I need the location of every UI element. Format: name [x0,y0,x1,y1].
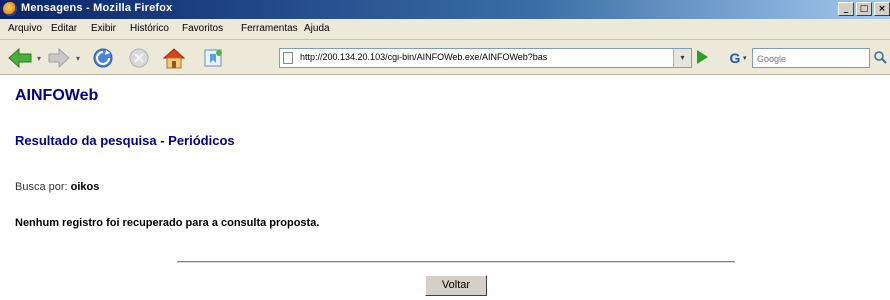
search-query-line: Busca por: oikos [15,181,99,193]
url-history-dropdown[interactable]: ▾ [673,49,691,67]
stop-button[interactable] [126,45,152,71]
menu-ajuda[interactable]: Ajuda [304,23,330,34]
menu-historico[interactable]: Histórico [130,23,169,34]
window-title-bar[interactable]: Mensagens - Mozilla Firefox _ □ × [0,0,890,19]
search-label: Busca por: [15,181,68,193]
firefox-icon [3,2,17,16]
menu-editar[interactable]: Editar [51,23,77,34]
navigation-toolbar: ▾ ▾ http://200.134.20.103/cgi-bin/AINFOW… [0,40,890,75]
close-button[interactable]: × [874,2,890,16]
home-icon [162,48,186,69]
forward-button[interactable] [46,45,72,71]
page-icon [283,52,293,64]
search-input[interactable] [755,51,869,67]
site-title: AINFOWeb [15,87,99,104]
bookmark-button[interactable] [200,45,226,71]
menu-ferramentas[interactable]: Ferramentas [241,23,298,34]
window-title: Mensagens - Mozilla Firefox [21,2,173,14]
menu-bar: Arquivo Editar Exibir Histórico Favorito… [0,19,890,40]
page-content: AINFOWeb Resultado da pesquisa - Periódi… [0,75,890,300]
menu-arquivo[interactable]: Arquivo [8,23,42,34]
url-text[interactable]: http://200.134.20.103/cgi-bin/AINFOWeb.e… [300,52,650,62]
address-bar[interactable]: http://200.134.20.103/cgi-bin/AINFOWeb.e… [279,48,692,68]
menu-exibir[interactable]: Exibir [91,23,116,34]
forward-arrow-icon [48,47,70,69]
maximize-button[interactable]: □ [856,2,872,16]
page-heading: Resultado da pesquisa - Periódicos [15,133,235,148]
back-history-dropdown[interactable]: ▾ [37,54,41,63]
reload-icon [93,48,113,68]
search-magnifier-icon[interactable] [873,50,887,64]
stop-icon [129,48,149,68]
window-controls: _ □ × [838,2,890,16]
divider [177,261,735,263]
search-term: oikos [70,181,100,193]
google-search-icon[interactable]: G [726,49,744,67]
back-page-button[interactable]: Voltar [425,275,487,296]
bookmark-icon [204,49,222,67]
search-box[interactable] [752,48,870,68]
menu-favoritos[interactable]: Favoritos [182,23,223,34]
go-icon[interactable] [697,50,708,64]
reload-button[interactable] [90,45,116,71]
minimize-button[interactable]: _ [838,2,854,16]
back-button[interactable] [6,45,34,71]
home-button[interactable] [160,45,188,71]
search-engine-dropdown[interactable]: ▾ [743,54,747,62]
no-results-message: Nenhum registro foi recuperado para a co… [15,217,320,229]
forward-history-dropdown[interactable]: ▾ [76,54,80,63]
back-arrow-icon [8,47,32,69]
